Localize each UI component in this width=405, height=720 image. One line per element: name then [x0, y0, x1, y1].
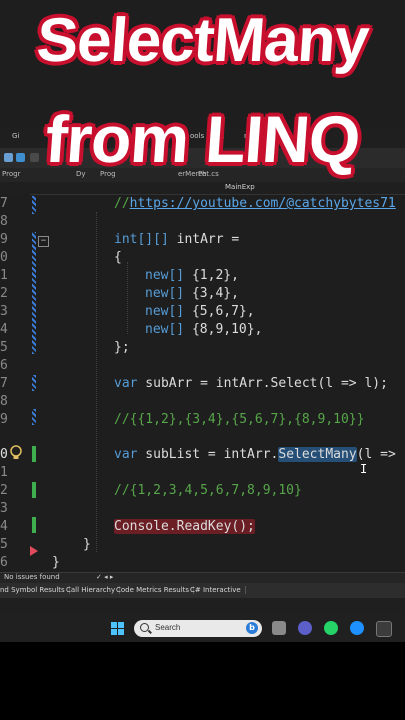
new-keyword: new[]: [145, 268, 185, 283]
type-keyword: int[][]: [114, 232, 169, 247]
member-dropdown[interactable]: MainExp: [225, 183, 255, 191]
code-line-array-row: new[] {1,2},: [145, 268, 239, 283]
line-number: 4: [0, 322, 8, 337]
new-keyword: new[]: [145, 304, 185, 319]
line-number: 0: [0, 250, 8, 265]
tab-call-hierarchy[interactable]: Call Hierarchy: [66, 586, 121, 594]
overlay-title-line2: from LINQ: [43, 102, 362, 176]
task-view-icon[interactable]: [272, 621, 286, 635]
change-marker: [32, 375, 36, 391]
change-marker: [32, 446, 36, 462]
code-line-brace: {: [114, 250, 122, 265]
bottom-panel-tabs: nd Symbol Results Call Hierarchy Code Me…: [0, 583, 405, 598]
breakpoint-arrow-icon: [30, 546, 38, 556]
method-close-brace: }: [83, 537, 91, 552]
line-number: 1: [0, 465, 8, 480]
search-icon: [140, 623, 149, 632]
new-keyword: new[]: [145, 322, 185, 337]
array-values: {1,2},: [184, 268, 239, 283]
text-cursor-icon: I: [360, 462, 368, 476]
code-line-close: };: [114, 340, 130, 355]
line-number: 2: [0, 483, 8, 498]
var-keyword: var: [114, 376, 138, 391]
array-values: {3,4},: [184, 286, 239, 301]
class-close-brace: }: [52, 555, 60, 570]
code-line-comment: //{1,2,3,4,5,6,7,8,9,10}: [114, 483, 302, 498]
tab-csharp-interactive[interactable]: C# Interactive: [190, 586, 246, 594]
overlay-title-line1: SelectMany: [34, 6, 371, 75]
console-readkey-call: Console.ReadKey();: [114, 519, 255, 534]
line-number: 9: [0, 412, 8, 427]
taskbar-search[interactable]: Search b: [134, 620, 262, 637]
line-number: 8: [0, 394, 8, 409]
line-number: 6: [0, 555, 8, 570]
code-line-sublist: var subList = intArr.SelectMany(l =>: [114, 447, 396, 462]
line-number: 1: [0, 268, 8, 283]
line-number: 3: [0, 304, 8, 319]
identifier: intArr =: [168, 232, 240, 247]
select-expression: subArr = intArr.Select(l => l);: [137, 376, 388, 391]
line-number: 2: [0, 286, 8, 301]
change-marker: [32, 517, 36, 533]
search-placeholder: Search: [155, 623, 181, 632]
line-number: 3: [0, 501, 8, 516]
youtube-link[interactable]: https://youtube.com/@catchybytes71: [130, 196, 396, 211]
bing-icon[interactable]: b: [246, 622, 258, 634]
line-number: 7: [0, 376, 8, 391]
lambda-start: (l =>: [356, 447, 396, 462]
line-number-gutter: 7 8 9 0 1 2 3 4 5 6 7 8 9 0 1 2 3 4 5 6: [0, 194, 30, 572]
change-marker: [32, 232, 36, 354]
issues-dropdown-icon[interactable]: ✓ ◂ ▸: [96, 573, 113, 581]
issues-status[interactable]: No issues found: [4, 573, 60, 581]
line-number: 5: [0, 340, 8, 355]
code-editor[interactable]: //https://youtube.com/@catchybytes71 int…: [52, 194, 405, 572]
code-line-subarr: var subArr = intArr.Select(l => l);: [114, 376, 388, 391]
line-number: 7: [0, 196, 8, 211]
bottom-panel: [0, 598, 405, 614]
line-number: 8: [0, 214, 8, 229]
code-line-comment-link: //https://youtube.com/@catchybytes71: [114, 196, 396, 211]
change-marker: [32, 482, 36, 498]
tab-code-metrics-results[interactable]: Code Metrics Results: [116, 586, 195, 594]
line-number: 9: [0, 232, 8, 247]
new-keyword: new[]: [145, 286, 185, 301]
lightbulb-icon[interactable]: [9, 445, 23, 461]
code-line-array-row: new[] {5,6,7},: [145, 304, 255, 319]
edge-icon[interactable]: [350, 621, 364, 635]
code-line-array-row: new[] {3,4},: [145, 286, 239, 301]
code-line-array-row: new[] {8,9,10},: [145, 322, 262, 337]
code-line-comment: //{{1,2},{3,4},{5,6,7},{8,9,10}}: [114, 412, 365, 427]
var-keyword: var: [114, 447, 138, 462]
windows-start-icon[interactable]: [111, 622, 124, 635]
collapse-toggle-icon[interactable]: −: [38, 236, 49, 247]
teams-icon[interactable]: [298, 621, 312, 635]
line-number: 5: [0, 537, 8, 552]
array-values: {8,9,10},: [184, 322, 263, 337]
terminal-icon[interactable]: [376, 621, 392, 637]
line-number: 4: [0, 519, 8, 534]
line-number: 6: [0, 358, 8, 373]
whatsapp-icon[interactable]: [324, 621, 338, 635]
change-marker: [32, 196, 36, 214]
sublist-expression: subList = intArr.: [137, 447, 279, 462]
code-line-declaration: int[][] intArr =: [114, 232, 239, 247]
array-values: {5,6,7},: [184, 304, 255, 319]
change-marker: [32, 409, 36, 425]
tab-find-symbol-results[interactable]: nd Symbol Results: [0, 586, 70, 594]
selectmany-highlight[interactable]: SelectMany: [278, 447, 357, 462]
